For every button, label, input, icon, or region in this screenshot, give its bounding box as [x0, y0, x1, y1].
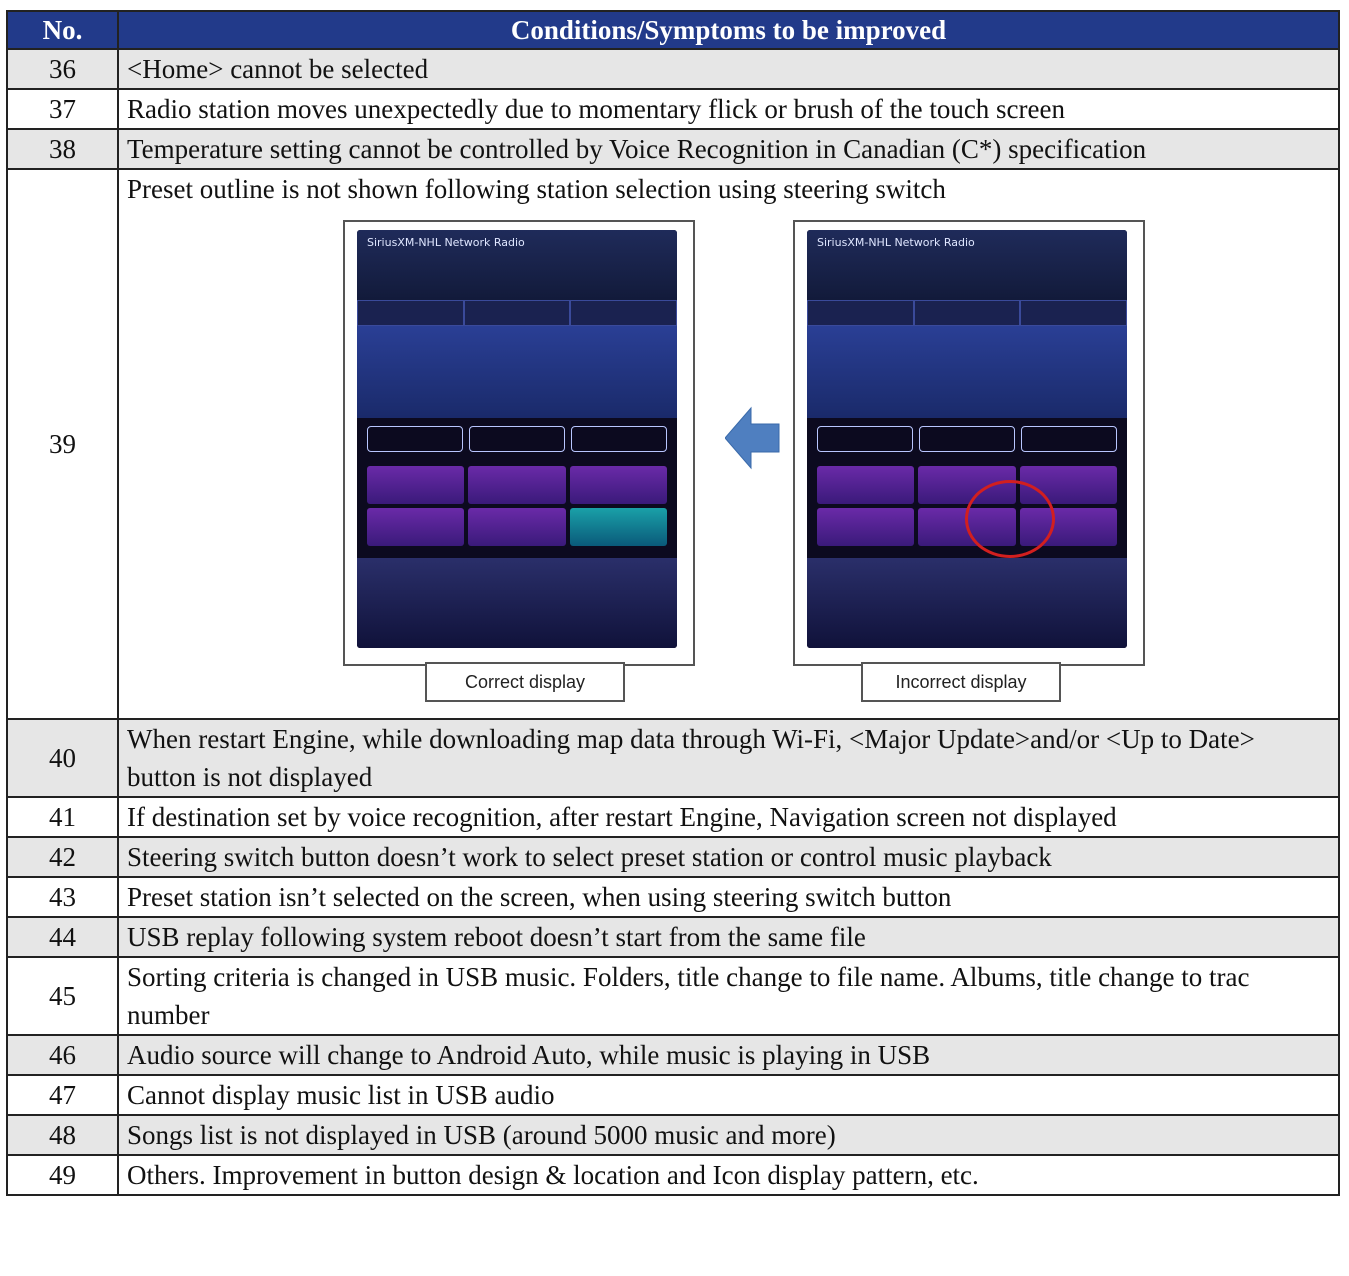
table-row: 49 Others. Improvement in button design … [6, 1154, 1340, 1196]
row-text: If destination set by voice recognition,… [117, 796, 1340, 838]
header-no: No. [6, 10, 119, 50]
row-text: Preset outline is not shown following st… [127, 174, 946, 204]
row-text: When restart Engine, while downloading m… [117, 718, 1340, 798]
table-row: 46 Audio source will change to Android A… [6, 1034, 1340, 1076]
row-text: Sorting criteria is changed in USB music… [117, 956, 1340, 1036]
row-text: Cannot display music list in USB audio [117, 1074, 1340, 1116]
table-row: 40 When restart Engine, while downloadin… [6, 718, 1340, 798]
table-row: 41 If destination set by voice recogniti… [6, 796, 1340, 838]
row-text: <Home> cannot be selected [117, 48, 1340, 90]
radio-screen-incorrect: SiriusXM-NHL Network Radio [807, 230, 1127, 648]
table-row: 47 Cannot display music list in USB audi… [6, 1074, 1340, 1116]
row-number: 44 [6, 916, 119, 958]
table-row: 44 USB replay following system reboot do… [6, 916, 1340, 958]
row-number: 38 [6, 128, 119, 170]
highlight-circle [965, 480, 1055, 558]
row-text: Songs list is not displayed in USB (arou… [117, 1114, 1340, 1156]
row-number: 41 [6, 796, 119, 838]
row-number: 36 [6, 48, 119, 90]
row-text: Others. Improvement in button design & l… [117, 1154, 1340, 1196]
radio-screen-correct: SiriusXM-NHL Network Radio [357, 230, 677, 648]
row-number: 42 [6, 836, 119, 878]
screen-header: SiriusXM-NHL Network Radio [807, 230, 1127, 300]
header-conditions: Conditions/Symptoms to be improved [117, 10, 1340, 50]
row-number: 48 [6, 1114, 119, 1156]
row-number: 49 [6, 1154, 119, 1196]
row-text: Radio station moves unexpectedly due to … [117, 88, 1340, 130]
table-row: 42 Steering switch button doesn’t work t… [6, 836, 1340, 878]
row-text: USB replay following system reboot doesn… [117, 916, 1340, 958]
table-row: 37 Radio station moves unexpectedly due … [6, 88, 1340, 130]
row-text: Temperature setting cannot be controlled… [117, 128, 1340, 170]
table-header: No. Conditions/Symptoms to be improved [6, 10, 1340, 50]
correct-display-screenshot: SiriusXM-NHL Network Radio Correct displ… [343, 220, 695, 702]
row-number: 37 [6, 88, 119, 130]
row-number: 45 [6, 956, 119, 1036]
table-row: 48 Songs list is not displayed in USB (a… [6, 1114, 1340, 1156]
table-row: 45 Sorting criteria is changed in USB mu… [6, 956, 1340, 1036]
table-row: 39 Preset outline is not shown following… [6, 168, 1340, 720]
table-row: 43 Preset station isn’t selected on the … [6, 876, 1340, 918]
row-text-with-figure: Preset outline is not shown following st… [117, 168, 1340, 720]
comparison-figure: SiriusXM-NHL Network Radio Correct displ… [127, 208, 1330, 718]
caption-correct: Correct display [425, 662, 625, 702]
row-number: 39 [6, 168, 119, 720]
row-text: Audio source will change to Android Auto… [117, 1034, 1340, 1076]
row-number: 46 [6, 1034, 119, 1076]
table-row: 36 <Home> cannot be selected [6, 48, 1340, 90]
screen-header: SiriusXM-NHL Network Radio [357, 230, 677, 300]
row-number: 40 [6, 718, 119, 798]
incorrect-display-screenshot: SiriusXM-NHL Network Radio Incorrect dis… [793, 220, 1145, 702]
arrow-left-icon [725, 406, 780, 470]
caption-incorrect: Incorrect display [861, 662, 1061, 702]
table-row: 38 Temperature setting cannot be control… [6, 128, 1340, 170]
row-number: 43 [6, 876, 119, 918]
row-text: Steering switch button doesn’t work to s… [117, 836, 1340, 878]
conditions-table: No. Conditions/Symptoms to be improved 3… [6, 10, 1340, 1196]
row-text: Preset station isn’t selected on the scr… [117, 876, 1340, 918]
row-number: 47 [6, 1074, 119, 1116]
